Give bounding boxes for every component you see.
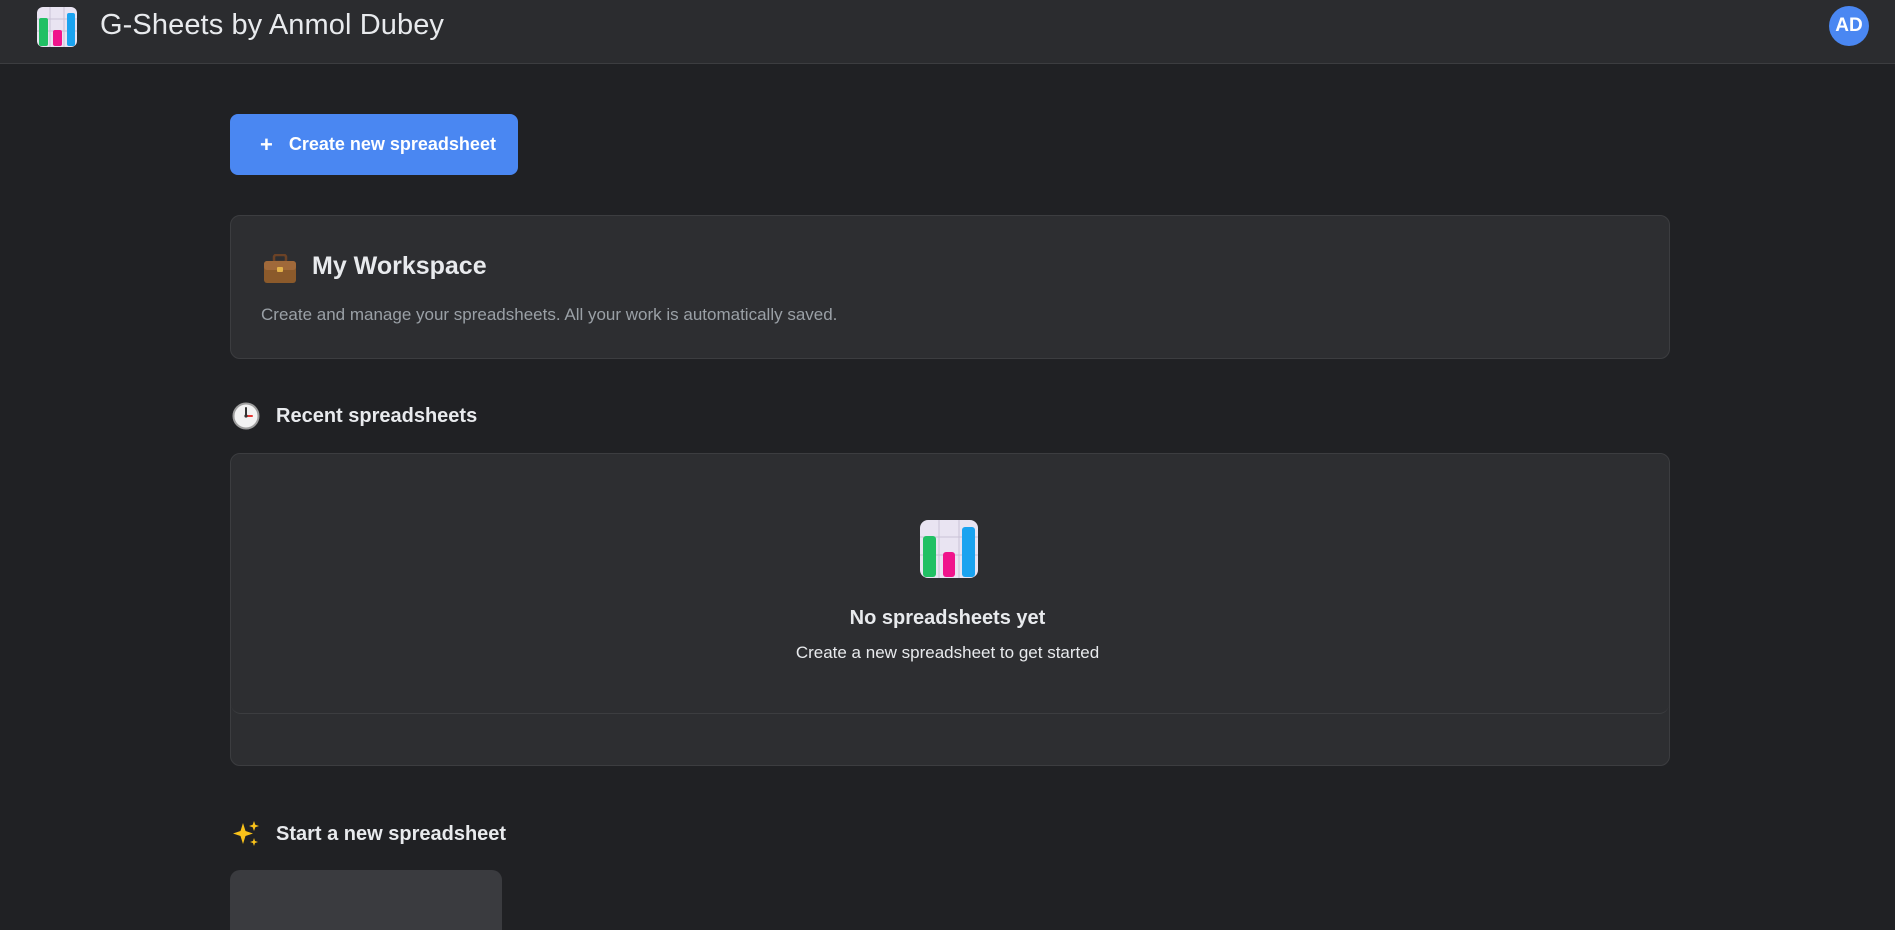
- empty-state-title: No spreadsheets yet: [849, 607, 1046, 629]
- top-bar: G-Sheets by Anmol Dubey AD: [0, 0, 1895, 64]
- workspace-description: Create and manage your spreadsheets. All…: [261, 305, 838, 324]
- create-spreadsheet-button[interactable]: + Create new spreadsheet: [230, 114, 518, 175]
- workspace-card: My Workspace Create and manage your spre…: [230, 215, 1670, 359]
- spreadsheet-chart-icon: [920, 520, 978, 578]
- app-title: G-Sheets by Anmol Dubey: [100, 9, 445, 41]
- avatar[interactable]: AD: [1829, 6, 1869, 46]
- plus-icon: +: [260, 131, 273, 157]
- templates-section-header: Start a new spreadsheet: [232, 820, 506, 848]
- empty-state: [231, 454, 1669, 714]
- recent-section-header: Recent spreadsheets: [232, 402, 477, 430]
- briefcase-icon: [264, 254, 296, 283]
- sparkles-icon: [233, 821, 259, 846]
- spreadsheet-chart-icon[interactable]: [36, 6, 78, 48]
- workspace-title: My Workspace: [312, 252, 487, 280]
- recent-heading: Recent spreadsheets: [276, 404, 478, 427]
- clock-icon: [232, 402, 260, 430]
- templates-heading: Start a new spreadsheet: [276, 822, 507, 845]
- blank-template-card[interactable]: [230, 870, 502, 930]
- create-spreadsheet-label: Create new spreadsheet: [288, 134, 496, 154]
- empty-state-description: Create a new spreadsheet to get started: [795, 643, 1100, 662]
